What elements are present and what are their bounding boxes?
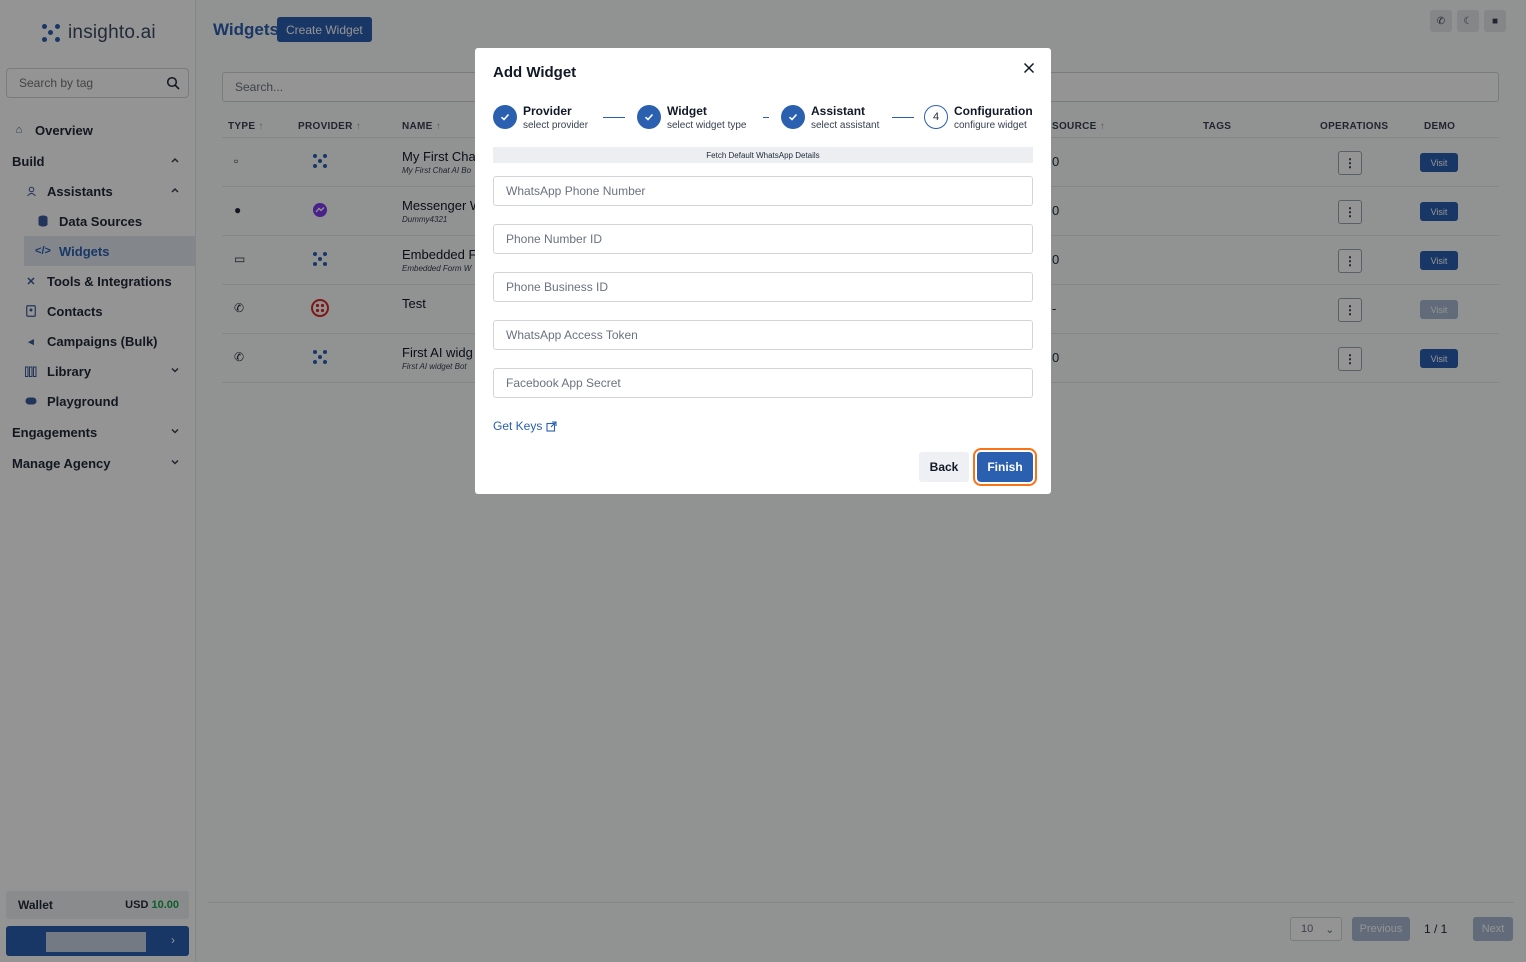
- step-subtitle: select provider: [523, 120, 589, 131]
- dialog-title: Add Widget: [493, 64, 577, 81]
- step-widget[interactable]: Widget select widget type: [637, 104, 747, 133]
- step-subtitle: configure widget: [954, 120, 1027, 131]
- phone-business-id-field[interactable]: [493, 272, 1033, 302]
- back-button[interactable]: Back: [919, 452, 969, 482]
- step-assistant[interactable]: Assistant select assistant: [781, 104, 879, 133]
- get-keys-link[interactable]: Get Keys: [493, 419, 557, 433]
- app-secret-input[interactable]: [494, 369, 1032, 397]
- close-icon[interactable]: [1021, 60, 1037, 76]
- get-keys-label: Get Keys: [493, 419, 543, 433]
- app-secret-field[interactable]: [493, 368, 1033, 398]
- phone-number-id-input[interactable]: [494, 225, 1032, 253]
- step-connector: [763, 117, 769, 118]
- step-subtitle: select widget type: [667, 120, 747, 131]
- step-configuration[interactable]: 4 Configuration configure widget: [924, 104, 1033, 133]
- step-title: Configuration: [954, 104, 1033, 118]
- finish-button[interactable]: Finish: [977, 452, 1033, 482]
- whatsapp-phone-input[interactable]: [494, 177, 1032, 205]
- step-title: Assistant: [811, 104, 866, 118]
- fetch-default-details-button[interactable]: Fetch Default WhatsApp Details: [493, 147, 1033, 163]
- access-token-field[interactable]: [493, 320, 1033, 350]
- step-connector: [892, 117, 914, 118]
- step-number: 4: [924, 105, 948, 129]
- phone-business-id-input[interactable]: [494, 273, 1032, 301]
- access-token-input[interactable]: [494, 321, 1032, 349]
- whatsapp-phone-field[interactable]: [493, 176, 1033, 206]
- step-subtitle: select assistant: [811, 120, 880, 131]
- check-icon: [637, 105, 661, 129]
- step-title: Provider: [523, 104, 572, 118]
- step-title: Widget: [667, 104, 707, 118]
- step-connector: [603, 117, 625, 118]
- external-link-icon: [546, 420, 557, 432]
- add-widget-dialog: Add Widget Provider select provider Widge…: [475, 48, 1051, 494]
- check-icon: [493, 105, 517, 129]
- phone-number-id-field[interactable]: [493, 224, 1033, 254]
- step-provider[interactable]: Provider select provider: [493, 104, 588, 133]
- check-icon: [781, 105, 805, 129]
